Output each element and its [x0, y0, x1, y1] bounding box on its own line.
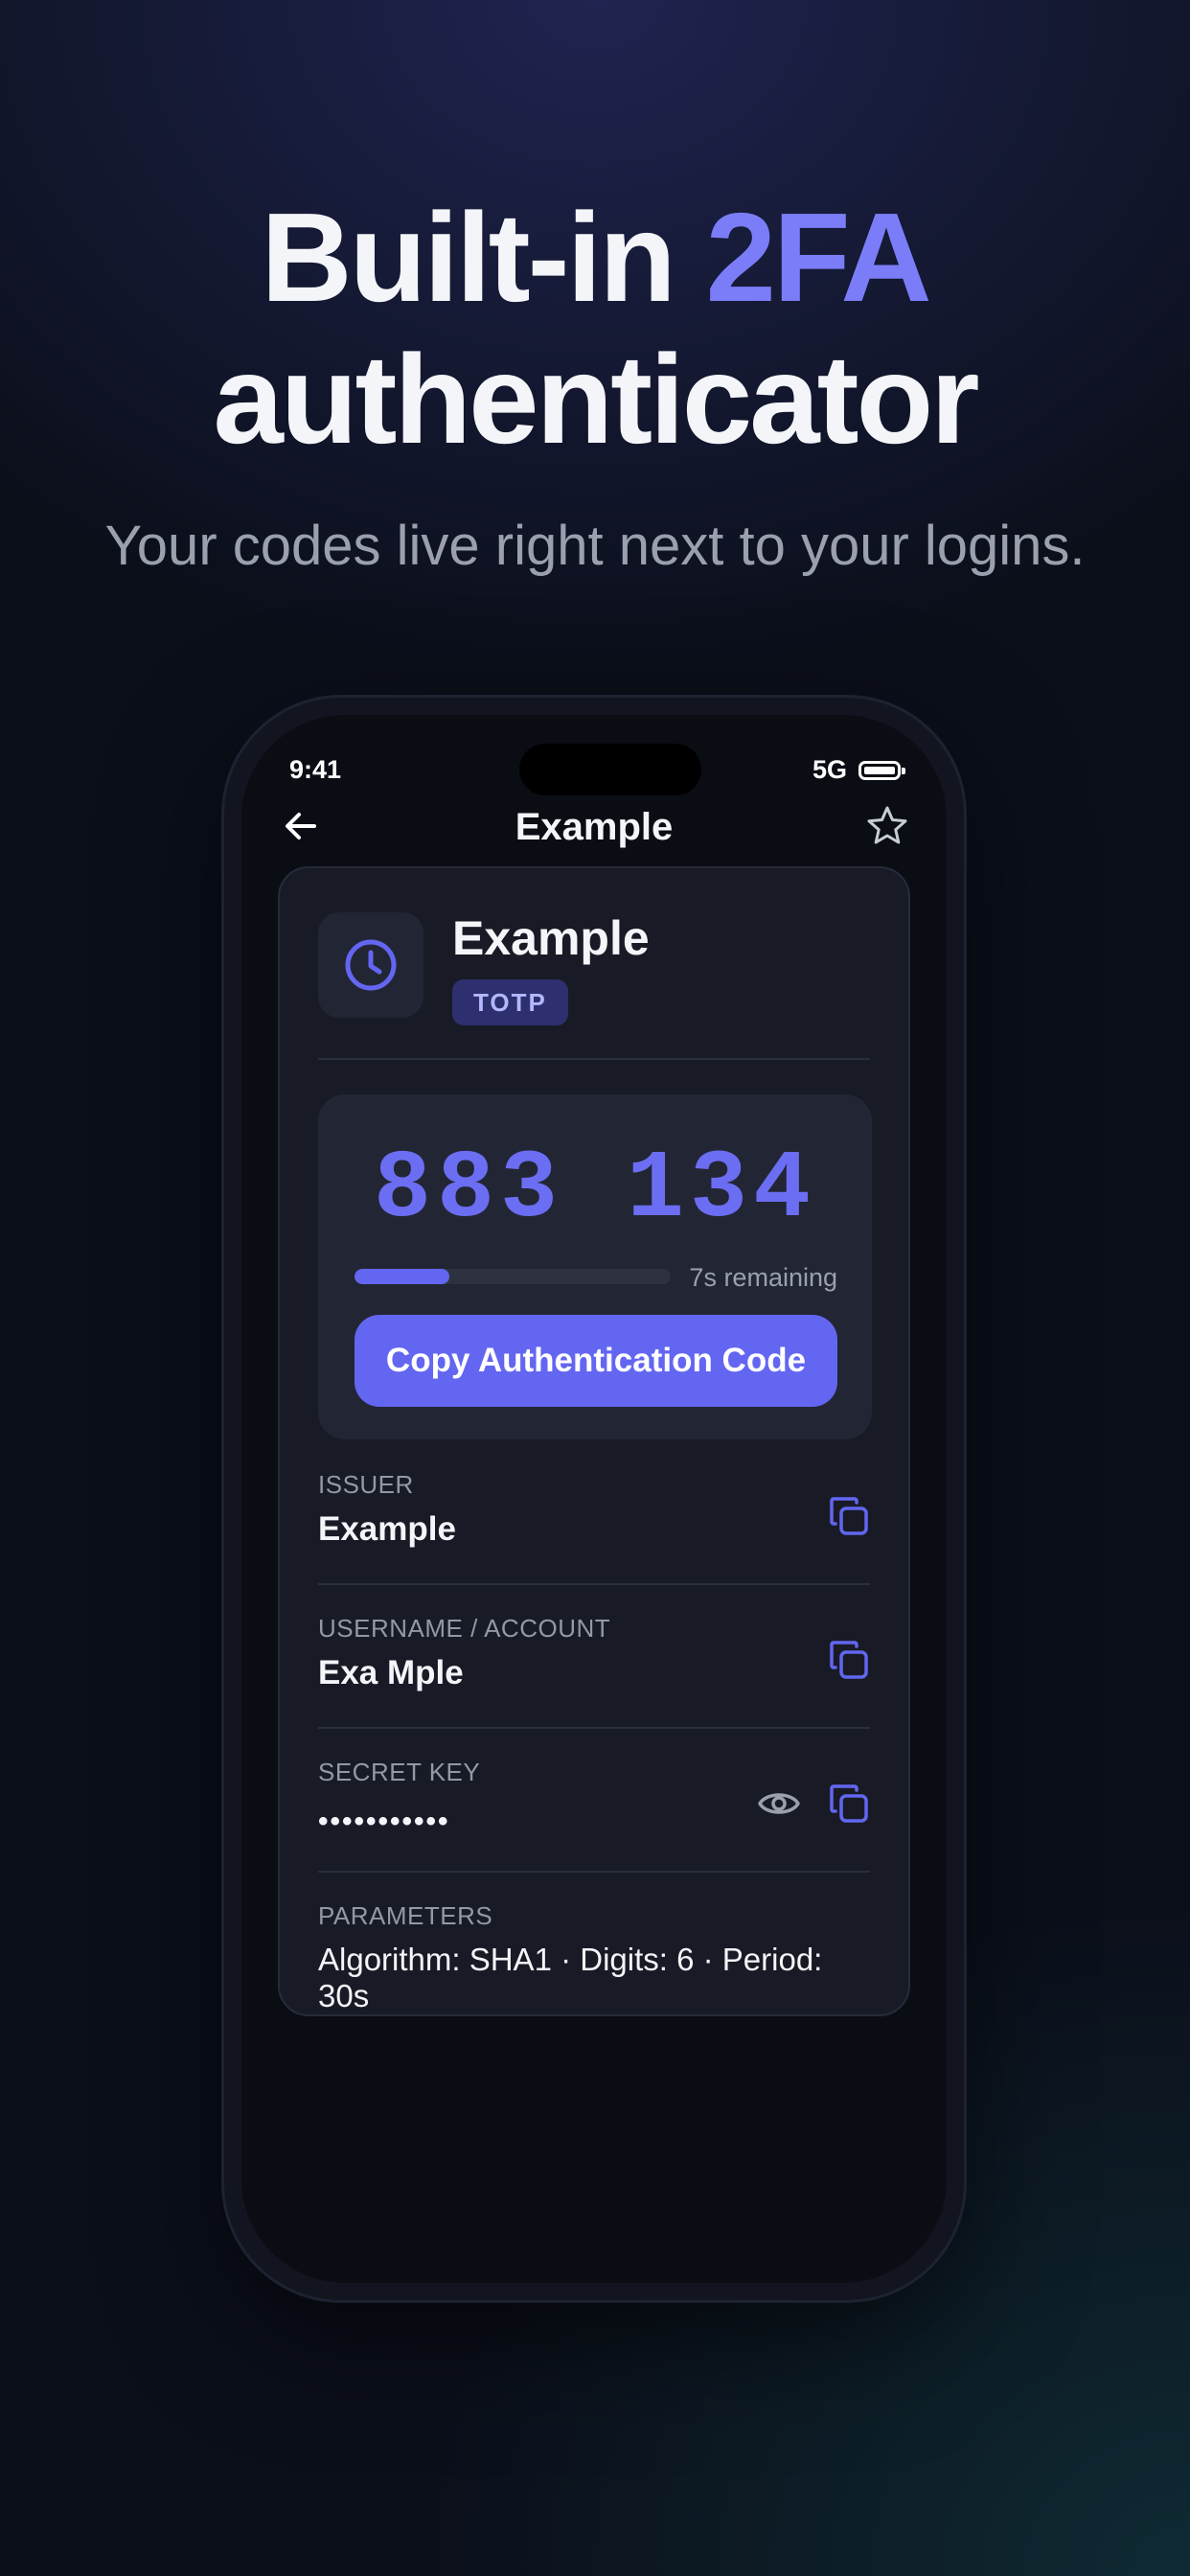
- hero-title-accent: 2FA: [705, 187, 932, 328]
- hero-subtitle: Your codes live right next to your login…: [104, 515, 1086, 577]
- secret-value: •••••••••••: [318, 1806, 450, 1837]
- secret-field: SECRET KEY •••••••••••: [318, 1727, 870, 1871]
- otp-code[interactable]: 883 134: [318, 1137, 872, 1245]
- divider: [318, 1058, 870, 1060]
- star-icon[interactable]: [864, 803, 910, 849]
- time-remaining: 7s remaining: [689, 1263, 837, 1292]
- copy-issuer-icon[interactable]: [828, 1495, 870, 1537]
- type-badge: TOTP: [452, 979, 568, 1025]
- username-label: USERNAME / ACCOUNT: [318, 1614, 611, 1643]
- entry-card: Example TOTP 883 134 7s remaining Copy A…: [278, 866, 910, 2016]
- issuer-label: ISSUER: [318, 1470, 414, 1499]
- entry-icon-tile: [318, 912, 423, 1018]
- phone-frame: 9:41 5G Example Example TOTP 883 134 7s …: [224, 698, 964, 2300]
- hero-title-line2: authenticator: [213, 329, 979, 470]
- countdown-progress-fill: [355, 1269, 449, 1284]
- battery-icon: [858, 760, 905, 780]
- issuer-field: ISSUER Example: [318, 1439, 870, 1583]
- copy-code-button[interactable]: Copy Authentication Code: [355, 1315, 837, 1407]
- parameters-field: PARAMETERS Algorithm: SHA1 · Digits: 6 ·…: [318, 1871, 870, 2014]
- hero-title-line1: Built-in 2FA: [0, 187, 1190, 329]
- parameters-value: Algorithm: SHA1 · Digits: 6 · Period: 30…: [318, 1942, 823, 2013]
- issuer-value: Example: [318, 1510, 456, 1548]
- username-value: Exa Mple: [318, 1654, 464, 1691]
- code-panel: 883 134 7s remaining Copy Authentication…: [318, 1094, 872, 1439]
- hero-title-prefix: Built-in: [261, 187, 706, 328]
- hero-title: Built-in 2FA authenticator: [0, 187, 1190, 471]
- network-label: 5G: [812, 755, 847, 784]
- secret-label: SECRET KEY: [318, 1758, 481, 1786]
- nav-title: Example: [515, 806, 674, 848]
- dynamic-island: [519, 744, 701, 795]
- copy-secret-icon[interactable]: [828, 1782, 870, 1825]
- countdown-progress: [355, 1269, 671, 1284]
- username-field: USERNAME / ACCOUNT Exa Mple: [318, 1583, 870, 1727]
- clock-icon: [345, 939, 397, 991]
- entry-name: Example: [452, 911, 650, 965]
- status-time: 9:41: [289, 755, 342, 784]
- phone-screen: 9:41 5G Example Example TOTP 883 134 7s …: [241, 715, 947, 2283]
- status-indicators: 5G: [812, 755, 905, 785]
- eye-icon[interactable]: [757, 1786, 801, 1821]
- parameters-label: PARAMETERS: [318, 1901, 493, 1930]
- copy-username-icon[interactable]: [828, 1639, 870, 1681]
